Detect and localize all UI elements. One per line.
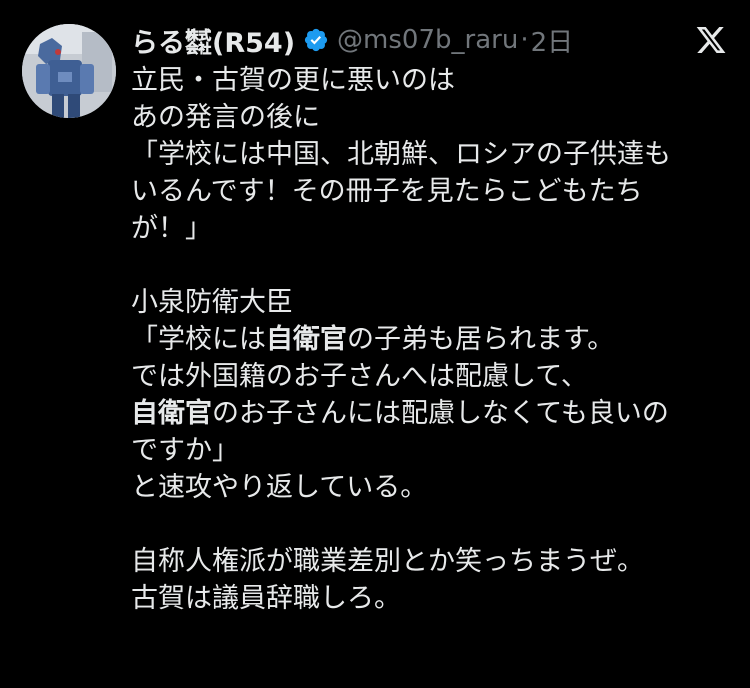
text-line: が！」	[131, 213, 212, 244]
text-line: と速攻やり返している。	[131, 472, 428, 503]
text-line: では外国籍のお子さんへは配慮して、	[131, 361, 588, 392]
bold-text-segment: 自衛官	[131, 398, 212, 429]
avatar-image	[22, 24, 116, 118]
x-logo-icon[interactable]	[694, 24, 728, 56]
bold-text-segment: 自衛官	[266, 324, 347, 355]
text-line: 立民・古賀の更に悪いのは	[131, 65, 455, 96]
text-line: いるんです！その冊子を見たらこどもたち	[131, 176, 643, 207]
text-line: 自称人権派が職業差別とか笑っちまうぜ。	[131, 546, 644, 577]
text-line: 「学校には自衛官の子弟も居られます。	[131, 321, 741, 358]
user-avatar[interactable]	[22, 24, 116, 118]
display-name[interactable]: らる㍿(R54)	[131, 21, 295, 60]
user-handle[interactable]: @ms07b_raru	[337, 25, 518, 55]
text-line: 小泉防衛大臣	[131, 287, 293, 318]
text-segment: の子弟も居られます。	[347, 324, 615, 355]
post-timestamp[interactable]: 2日	[531, 22, 574, 59]
verified-badge-icon	[304, 28, 328, 52]
text-line: 「学校には中国、北朝鮮、ロシアの子供達も	[131, 139, 671, 170]
tweet-header: らる㍿(R54) @ms07b_raru · 2日	[131, 20, 573, 60]
text-line: 自衛官のお子さんには配慮しなくても良いの	[131, 395, 741, 432]
text-segment: 「学校には	[131, 324, 266, 355]
text-segment: のお子さんには配慮しなくても良いの	[212, 398, 669, 429]
tweet-text: 立民・古賀の更に悪いのは あの発言の後に 「学校には中国、北朝鮮、ロシアの子供達…	[131, 62, 741, 617]
text-line: ですか」	[131, 435, 239, 466]
separator-dot: ·	[520, 25, 529, 55]
text-line: 古賀は議員辞職しろ。	[131, 583, 401, 614]
text-line: あの発言の後に	[131, 102, 320, 133]
tweet-card[interactable]: らる㍿(R54) @ms07b_raru · 2日 立民・古賀の更に悪いのは あ…	[0, 0, 750, 688]
